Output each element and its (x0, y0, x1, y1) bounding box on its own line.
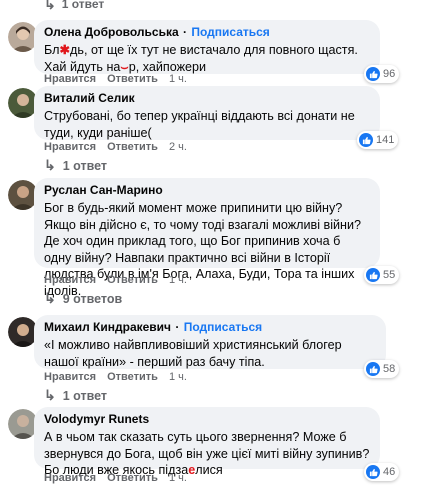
like-button[interactable]: Нравится (44, 472, 96, 484)
comment-text: Бл✱дь, от ще їх тут не вистачало для пов… (44, 43, 358, 74)
timestamp[interactable]: 1 ч. (169, 274, 187, 286)
view-replies[interactable]: ↳ 1 ответ (44, 157, 107, 174)
reply-button[interactable]: Ответить (107, 274, 158, 286)
subscribe-link[interactable]: Подписаться (191, 25, 269, 39)
view-replies[interactable]: ↳ 1 ответ (44, 387, 107, 404)
reply-arrow-icon: ↳ (44, 0, 56, 12)
comment-actions: Нравится Ответить 1 ч. (44, 73, 187, 85)
comment-bubble: Михаил Киндракевич · Подписаться «І можл… (34, 315, 386, 369)
comment-actions: Нравится Ответить 2 ч. (44, 141, 187, 153)
view-replies-top[interactable]: ↳ 1 ответ (44, 0, 104, 12)
reply-arrow-icon: ↳ (44, 290, 56, 306)
reply-button[interactable]: Ответить (107, 371, 158, 383)
comment-bubble: Volodymyr Runets А в чьом так сказать су… (34, 407, 380, 477)
author-name[interactable]: Михаил Киндракевич (44, 320, 171, 334)
thumbs-up-icon (366, 67, 380, 81)
reply-button[interactable]: Ответить (107, 73, 158, 85)
reaction-count[interactable]: 58 (364, 360, 400, 378)
timestamp[interactable]: 1 ч. (169, 371, 187, 383)
thumbs-up-icon (366, 268, 380, 282)
censor-mark-icon: ⌣ (120, 59, 129, 74)
comment-actions: Нравится Ответить 1 ч. (44, 371, 187, 383)
thumbs-up-icon (366, 465, 380, 479)
reaction-count[interactable]: 141 (357, 131, 399, 149)
timestamp[interactable]: 1 ч. (169, 73, 187, 85)
comment-bubble: Виталий Селик Струбовані, бо тепер украї… (34, 86, 380, 140)
like-button[interactable]: Нравится (44, 274, 96, 286)
author-name[interactable]: Виталий Селик (44, 91, 135, 105)
timestamp[interactable]: 1 ч. (169, 472, 187, 484)
like-button[interactable]: Нравится (44, 141, 96, 153)
reply-arrow-icon: ↳ (44, 157, 56, 173)
comment-actions: Нравится Ответить 1 ч. (44, 472, 187, 484)
reaction-count[interactable]: 46 (364, 463, 400, 481)
reply-arrow-icon: ↳ (44, 387, 56, 403)
subscribe-link[interactable]: Подписаться (184, 320, 262, 334)
like-button[interactable]: Нравится (44, 371, 96, 383)
comment-actions: Нравится Ответить 1 ч. (44, 274, 187, 286)
thumbs-up-icon (359, 133, 373, 147)
reply-button[interactable]: Ответить (107, 141, 158, 153)
censor-mark-icon: ✱ (59, 43, 71, 57)
author-name[interactable]: Руслан Сан-Марино (44, 183, 163, 197)
reply-button[interactable]: Ответить (107, 472, 158, 484)
comment-bubble: Руслан Сан-Марино Бог в будь-який момент… (34, 178, 380, 298)
reaction-count[interactable]: 55 (364, 266, 400, 284)
reaction-count[interactable]: 96 (364, 65, 400, 83)
comment-bubble: Олена Добровольська · Подписаться Бл✱дь,… (34, 20, 380, 74)
comment-text: Струбовані, бо тепер українці віддають в… (44, 109, 355, 140)
view-replies[interactable]: ↳ 9 ответов (44, 290, 122, 307)
thumbs-up-icon (366, 362, 380, 376)
timestamp[interactable]: 2 ч. (169, 141, 187, 153)
author-name[interactable]: Олена Добровольська (44, 25, 179, 39)
like-button[interactable]: Нравится (44, 73, 96, 85)
comment-text: «І можливо найвпливовіший християнський … (44, 338, 342, 369)
author-name[interactable]: Volodymyr Runets (44, 412, 149, 426)
view-replies-label: 1 ответ (61, 0, 105, 11)
